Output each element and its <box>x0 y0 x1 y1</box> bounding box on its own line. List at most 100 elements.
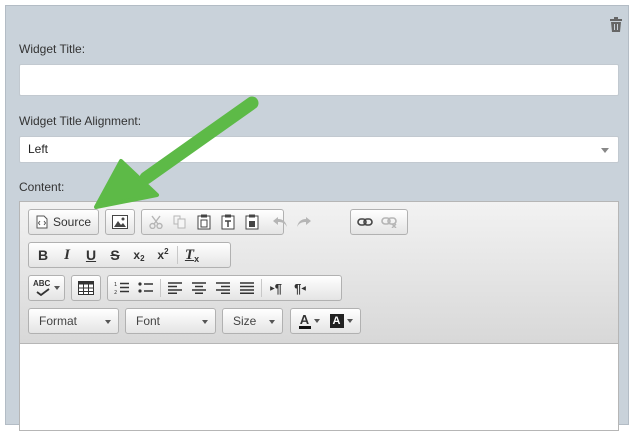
spellcheck-button[interactable]: ABC <box>31 277 62 299</box>
widget-title-input[interactable] <box>19 64 619 96</box>
rich-text-editor: Source B I U S x 2 x 2 T x ABC 1 2 ▶ ¶ ¶… <box>19 201 619 431</box>
align-left-icon <box>168 282 182 294</box>
justify-button[interactable] <box>235 277 259 299</box>
checkmark-icon <box>36 288 50 296</box>
widget-title-alignment-select[interactable]: Left <box>19 136 619 163</box>
subscript-mark: 2 <box>140 254 145 263</box>
text-color-glyph: A <box>299 312 310 327</box>
remove-format-glyph: T <box>184 246 195 263</box>
chevron-down-icon <box>202 320 208 324</box>
spellcheck-group: ABC <box>28 275 65 301</box>
ltr-button[interactable]: ▶ ¶ <box>264 277 288 299</box>
unlink-icon <box>381 217 397 228</box>
align-right-icon <box>216 282 230 294</box>
link-icon <box>357 218 373 226</box>
bulleted-list-button[interactable] <box>134 277 158 299</box>
copy-icon <box>173 215 186 229</box>
numbered-list-button[interactable]: 1 2 <box>110 277 134 299</box>
paste-text-button[interactable] <box>216 211 240 233</box>
image-group <box>105 209 135 235</box>
svg-text:2: 2 <box>114 290 117 295</box>
paragraph-group: 1 2 ▶ ¶ ¶ ◀ <box>107 275 342 301</box>
chevron-down-icon <box>105 320 111 324</box>
table-button[interactable] <box>74 277 98 299</box>
font-dropdown[interactable]: Font <box>125 308 216 334</box>
remove-format-button[interactable]: Tx <box>180 244 204 266</box>
cut-icon <box>149 215 163 229</box>
link-group <box>350 209 408 235</box>
background-color-button[interactable]: A <box>325 310 357 332</box>
colors-group: A A <box>290 308 361 334</box>
text-color-button[interactable]: A <box>293 310 325 332</box>
justify-icon <box>240 282 254 294</box>
undo-icon <box>273 217 287 227</box>
superscript-mark: 2 <box>164 247 169 256</box>
italic-button[interactable]: I <box>55 244 79 266</box>
format-label: Format <box>39 314 78 328</box>
spellcheck-text: ABC <box>33 279 51 288</box>
format-dropdown[interactable]: Format <box>28 308 119 334</box>
source-icon <box>36 215 48 229</box>
bold-button[interactable]: B <box>31 244 55 266</box>
source-group: Source <box>28 209 99 235</box>
unlink-button[interactable] <box>377 211 401 233</box>
svg-text:1: 1 <box>114 282 117 288</box>
background-color-icon: A <box>329 314 344 328</box>
align-center-button[interactable] <box>187 277 211 299</box>
align-right-button[interactable] <box>211 277 235 299</box>
paste-button[interactable] <box>192 211 216 233</box>
alignment-selected-value: Left <box>28 142 49 156</box>
chevron-down-icon <box>269 320 275 324</box>
superscript-glyph: x <box>157 248 165 262</box>
chevron-down-icon <box>313 319 320 323</box>
subscript-glyph: x <box>133 248 141 262</box>
redo-icon <box>297 217 311 227</box>
basic-styles-group: B I U S x2 x2 Tx <box>28 242 231 268</box>
link-button[interactable] <box>353 211 377 233</box>
toolbar-separator <box>177 246 178 264</box>
source-button[interactable]: Source <box>31 211 96 233</box>
rtl-button[interactable]: ¶ ◀ <box>288 277 312 299</box>
widget-title-label: Widget Title: <box>19 42 86 56</box>
clipboard-group <box>141 209 311 235</box>
paste-icon <box>197 214 211 230</box>
align-left-button[interactable] <box>163 277 187 299</box>
numbered-list-icon: 1 2 <box>114 282 129 295</box>
image-icon <box>112 215 128 229</box>
text-color-icon: A <box>298 312 311 329</box>
spellcheck-icon: ABC <box>33 279 52 297</box>
size-dropdown[interactable]: Size <box>222 308 283 334</box>
remove-format-mark: x <box>194 254 200 264</box>
rtl-glyph: ¶ <box>294 280 302 296</box>
table-group <box>71 275 101 301</box>
trash-icon[interactable] <box>609 17 623 33</box>
rtl-icon: ◀ <box>301 285 306 292</box>
widget-panel: Widget Title: Widget Title Alignment: Le… <box>5 5 629 431</box>
text-color-swatch <box>298 326 311 329</box>
strikethrough-button[interactable]: S <box>103 244 127 266</box>
widget-title-alignment-label: Widget Title Alignment: <box>19 114 142 128</box>
redo-button[interactable] <box>292 211 316 233</box>
chevron-down-icon <box>601 148 609 153</box>
underline-button[interactable]: U <box>79 244 103 266</box>
size-label: Size <box>233 314 257 328</box>
chevron-down-icon <box>54 286 60 290</box>
table-icon <box>78 281 94 295</box>
bulleted-list-icon <box>138 282 153 293</box>
editor-toolbar: Source B I U S x 2 x 2 T x ABC 1 2 ▶ ¶ ¶… <box>20 202 618 344</box>
cut-button[interactable] <box>144 211 168 233</box>
content-label: Content: <box>19 180 65 194</box>
source-label: Source <box>52 215 92 229</box>
chevron-down-icon <box>346 319 353 323</box>
paste-text-icon <box>221 214 235 230</box>
undo-button[interactable] <box>268 211 292 233</box>
subscript-button[interactable]: x2 <box>127 244 151 266</box>
copy-button[interactable] <box>168 211 192 233</box>
ltr-glyph: ¶ <box>274 280 282 296</box>
superscript-button[interactable]: x2 <box>151 244 175 266</box>
paste-word-icon <box>245 214 259 230</box>
paste-word-button[interactable] <box>240 211 264 233</box>
image-button[interactable] <box>108 211 132 233</box>
editor-content-area[interactable] <box>20 344 618 424</box>
align-center-icon <box>192 282 206 294</box>
